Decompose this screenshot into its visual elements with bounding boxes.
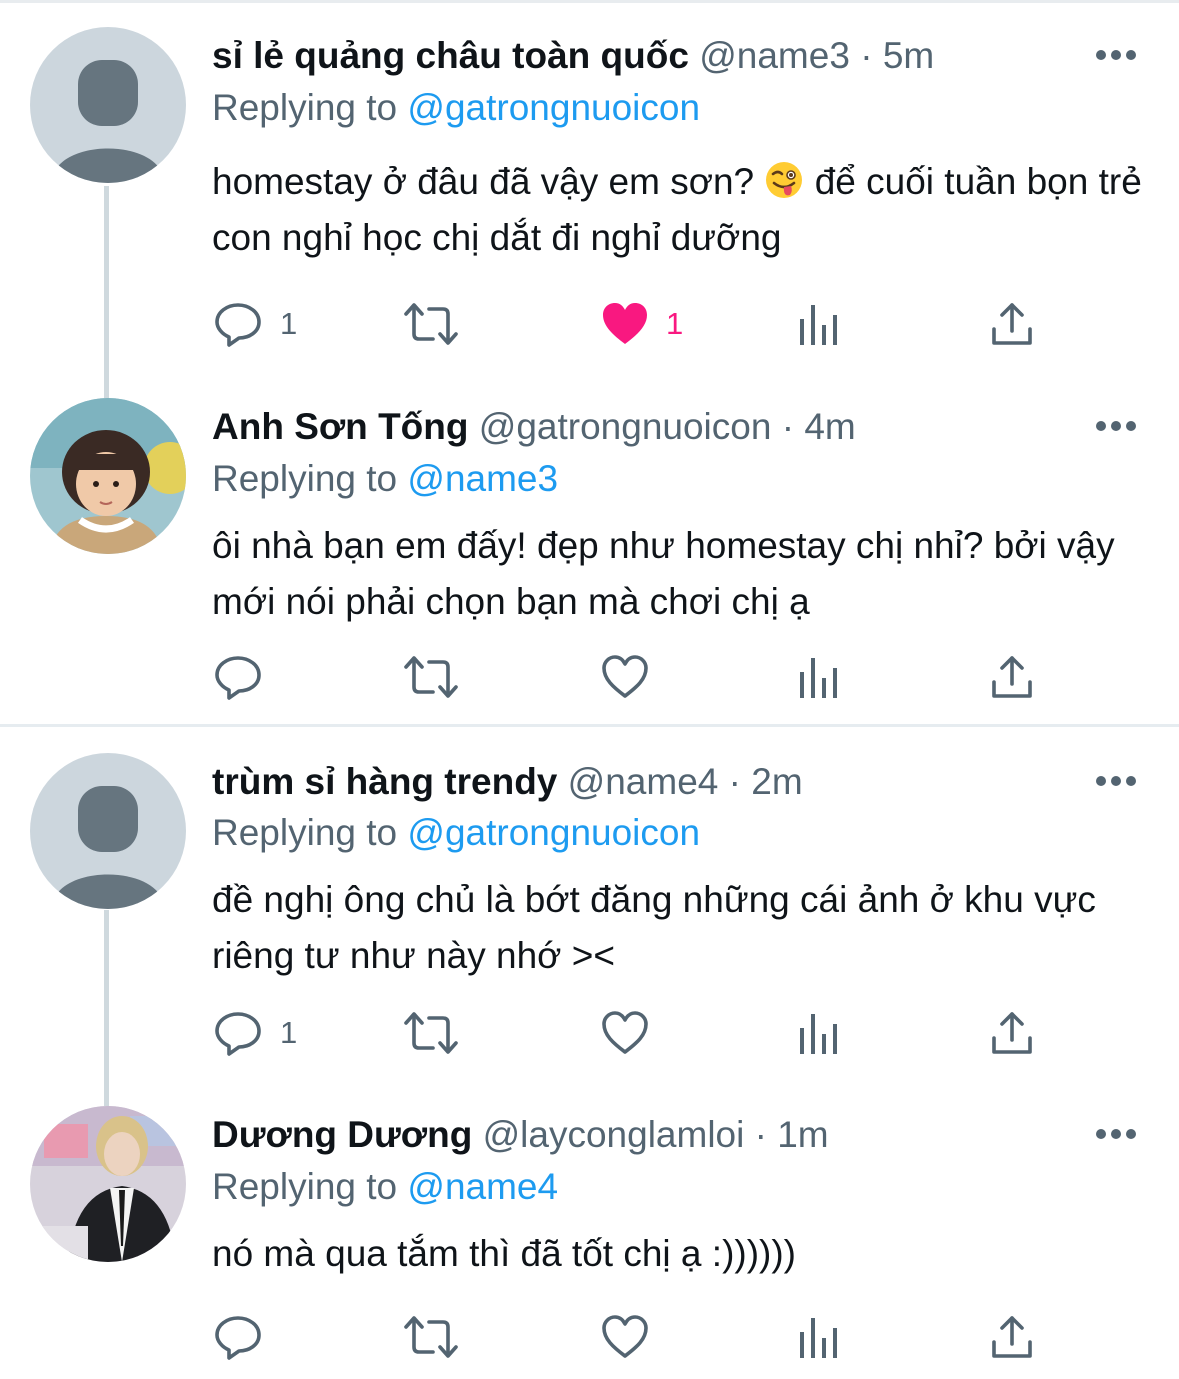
heart-outline-icon xyxy=(602,1011,648,1054)
mention-link[interactable]: @gatrongnuoicon xyxy=(407,812,700,853)
view-analytics-button[interactable] xyxy=(797,650,839,704)
winking-face-with-tongue-icon xyxy=(766,162,803,198)
like-button[interactable]: 1 xyxy=(600,297,683,351)
reply-button[interactable] xyxy=(212,1310,280,1364)
reply-icon xyxy=(215,1316,261,1360)
like-button[interactable] xyxy=(600,1310,650,1364)
share-icon xyxy=(992,1012,1032,1054)
replying-to: Replying to @name4 xyxy=(212,1163,558,1211)
more-options-icon[interactable] xyxy=(1094,771,1138,791)
child-photo-avatar-icon xyxy=(30,398,186,554)
thread-connector xyxy=(104,910,109,1106)
reply-count: 1 xyxy=(280,1015,298,1050)
avatar[interactable] xyxy=(30,753,186,909)
mention-link[interactable]: @name4 xyxy=(407,1166,558,1207)
reply-icon xyxy=(215,303,261,347)
replying-label: Replying to xyxy=(212,87,398,128)
tweet-header: sỉ lẻ quảng châu toàn quốc @name3 · 5m xyxy=(212,32,934,80)
replying-label: Replying to xyxy=(212,1166,398,1207)
user-handle[interactable]: @layconglamloi xyxy=(483,1114,745,1155)
share-button[interactable] xyxy=(990,1310,1034,1364)
share-button[interactable] xyxy=(990,650,1034,704)
more-options-icon[interactable] xyxy=(1094,416,1138,436)
display-name[interactable]: sỉ lẻ quảng châu toàn quốc xyxy=(212,35,689,76)
reply-icon xyxy=(215,656,261,700)
tweet-header: Dương Dương @layconglamloi · 1m xyxy=(212,1111,829,1159)
timestamp[interactable]: 5m xyxy=(883,35,934,76)
tweet-text: homestay ở đâu đã vậy em sơn? để cuối tu… xyxy=(212,154,1142,266)
heart-filled-icon xyxy=(603,303,647,344)
mention-link[interactable]: @gatrongnuoicon xyxy=(407,87,700,128)
more-options-icon[interactable] xyxy=(1094,45,1138,65)
tweet-header: Anh Sơn Tống @gatrongnuoicon · 4m xyxy=(212,403,856,451)
separator: · xyxy=(728,761,741,802)
replying-to: Replying to @name3 xyxy=(212,455,558,503)
retweet-button[interactable] xyxy=(403,650,459,704)
person-photo-avatar-icon xyxy=(30,1106,186,1262)
replying-label: Replying to xyxy=(212,458,398,499)
user-handle[interactable]: @gatrongnuoicon xyxy=(479,406,772,447)
analytics-icon xyxy=(800,1014,837,1054)
like-button[interactable] xyxy=(600,1006,650,1060)
retweet-button[interactable] xyxy=(403,1310,459,1364)
like-button[interactable] xyxy=(600,650,650,704)
top-divider xyxy=(0,0,1179,3)
reply-button[interactable]: 1 xyxy=(212,297,297,351)
separator: · xyxy=(781,406,795,447)
retweet-button[interactable] xyxy=(403,297,459,351)
reply-count: 1 xyxy=(280,306,298,341)
view-analytics-button[interactable] xyxy=(797,1006,839,1060)
retweet-icon xyxy=(404,656,458,698)
view-analytics-button[interactable] xyxy=(797,1310,839,1364)
avatar[interactable] xyxy=(30,398,186,554)
replying-to: Replying to @gatrongnuoicon xyxy=(212,809,700,857)
thread-connector xyxy=(104,186,109,398)
like-count: 1 xyxy=(666,306,684,341)
tweet-text: ôi nhà bạn em đấy! đẹp như homestay chị … xyxy=(212,525,1115,622)
avatar[interactable] xyxy=(30,27,186,183)
tweet-header: trùm sỉ hàng trendy @name4 · 2m xyxy=(212,758,803,806)
tweet-text: nó mà qua tắm thì đã tốt chị ạ :)))))) xyxy=(212,1233,796,1274)
display-name[interactable]: Dương Dương xyxy=(212,1114,472,1155)
heart-outline-icon xyxy=(602,655,648,698)
user-handle[interactable]: @name4 xyxy=(568,761,719,802)
retweet-button[interactable] xyxy=(403,1006,459,1060)
reply-button[interactable]: 1 xyxy=(212,1006,297,1060)
analytics-icon xyxy=(800,658,837,698)
default-avatar-icon xyxy=(30,27,186,183)
more-options-icon[interactable] xyxy=(1094,1124,1138,1144)
mention-link[interactable]: @name3 xyxy=(407,458,558,499)
heart-outline-icon xyxy=(602,1315,648,1358)
conversation-divider xyxy=(0,724,1179,727)
share-icon xyxy=(992,656,1032,698)
avatar[interactable] xyxy=(30,1106,186,1262)
retweet-icon xyxy=(404,303,458,345)
analytics-icon xyxy=(800,1318,837,1358)
share-icon xyxy=(992,1316,1032,1358)
separator: · xyxy=(860,35,873,76)
timestamp[interactable]: 2m xyxy=(751,761,802,802)
display-name[interactable]: Anh Sơn Tống xyxy=(212,406,468,447)
timestamp[interactable]: 1m xyxy=(777,1114,828,1155)
replying-to: Replying to @gatrongnuoicon xyxy=(212,84,700,132)
tweet-text: đề nghị ông chủ là bớt đăng những cái ản… xyxy=(212,879,1096,976)
analytics-icon xyxy=(800,305,837,345)
view-analytics-button[interactable] xyxy=(797,297,839,351)
share-button[interactable] xyxy=(990,297,1034,351)
reply-icon xyxy=(215,1012,261,1056)
retweet-icon xyxy=(404,1012,458,1054)
user-handle[interactable]: @name3 xyxy=(699,35,850,76)
display-name[interactable]: trùm sỉ hàng trendy xyxy=(212,761,557,802)
timestamp[interactable]: 4m xyxy=(804,406,855,447)
retweet-icon xyxy=(404,1316,458,1358)
reply-button[interactable] xyxy=(212,650,280,704)
separator: · xyxy=(754,1114,767,1155)
replying-label: Replying to xyxy=(212,812,398,853)
default-avatar-icon xyxy=(30,753,186,909)
tweet-text-part: homestay ở đâu đã vậy em sơn? xyxy=(212,161,765,202)
share-button[interactable] xyxy=(990,1006,1034,1060)
share-icon xyxy=(992,303,1032,345)
